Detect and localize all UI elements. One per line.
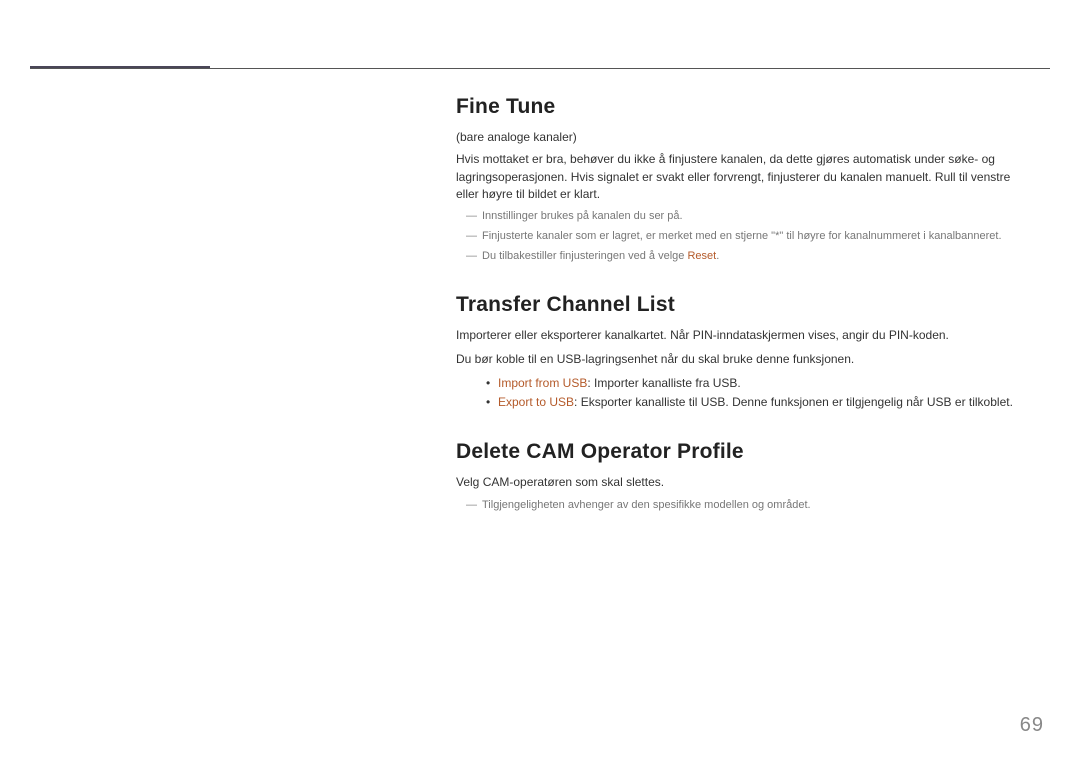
import-from-usb-keyword: Import from USB: [498, 376, 587, 390]
document-page: Fine Tune (bare analoge kanaler) Hvis mo…: [0, 0, 1080, 763]
heading-fine-tune: Fine Tune: [456, 95, 1026, 119]
reset-keyword: Reset: [687, 250, 716, 262]
header-rule: [30, 68, 1050, 69]
list-item: Import from USB: Importer kanalliste fra…: [486, 374, 1026, 393]
delete-cam-body: Velg CAM-operatøren som skal slettes.: [456, 474, 1026, 491]
fine-tune-subtitle: (bare analoge kanaler): [456, 129, 1026, 145]
page-number: 69: [1020, 714, 1044, 737]
fine-tune-body: Hvis mottaket er bra, behøver du ikke å …: [456, 151, 1026, 203]
fine-tune-note-3-post: .: [716, 250, 719, 262]
fine-tune-note-3: Du tilbakestiller finjusteringen ved å v…: [456, 249, 1026, 265]
import-from-usb-text: : Importer kanalliste fra USB.: [587, 376, 740, 390]
fine-tune-note-3-pre: Du tilbakestiller finjusteringen ved å v…: [482, 250, 687, 262]
transfer-body-2: Du bør koble til en USB-lagringsenhet nå…: [456, 351, 1026, 368]
page-content: Fine Tune (bare analoge kanaler) Hvis mo…: [456, 95, 1026, 518]
fine-tune-note-2: Finjusterte kanaler som er lagret, er me…: [456, 229, 1026, 245]
transfer-bullet-list: Import from USB: Importer kanalliste fra…: [456, 374, 1026, 412]
list-item: Export to USB: Eksporter kanalliste til …: [486, 393, 1026, 412]
export-to-usb-text: : Eksporter kanalliste til USB. Denne fu…: [574, 395, 1013, 409]
heading-transfer-channel-list: Transfer Channel List: [456, 293, 1026, 317]
transfer-body-1: Importerer eller eksporterer kanalkartet…: [456, 327, 1026, 344]
heading-delete-cam: Delete CAM Operator Profile: [456, 440, 1026, 464]
delete-cam-note: Tilgjengeligheten avhenger av den spesif…: [456, 498, 1026, 514]
fine-tune-note-1: Innstillinger brukes på kanalen du ser p…: [456, 209, 1026, 225]
export-to-usb-keyword: Export to USB: [498, 395, 574, 409]
